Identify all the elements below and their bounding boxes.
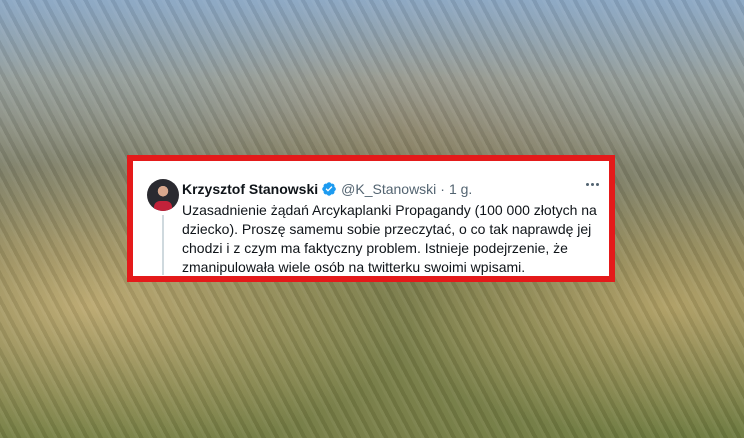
verified-badge-icon [321,181,337,197]
author-handle[interactable]: @K_Stanowski [341,181,436,197]
more-horizontal-icon[interactable] [586,183,599,186]
author-name[interactable]: Krzysztof Stanowski [182,181,318,197]
tweet-card: Krzysztof Stanowski @K_Stanowski · 1 g. … [127,155,615,282]
separator-dot: · [440,181,445,197]
tweet-time[interactable]: 1 g. [449,181,472,197]
avatar[interactable] [147,179,179,211]
tweet-text: Uzasadnienie żądań Arcykaplanki Propagan… [182,202,597,275]
tweet-header: Krzysztof Stanowski @K_Stanowski · 1 g. [182,181,472,197]
thread-line [162,215,164,275]
